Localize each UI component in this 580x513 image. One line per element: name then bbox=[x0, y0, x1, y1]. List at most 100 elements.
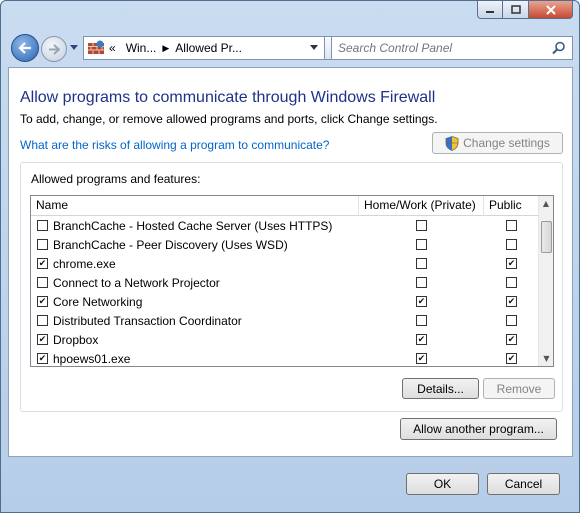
public-checkbox[interactable] bbox=[506, 334, 517, 345]
program-name: Distributed Transaction Coordinator bbox=[53, 313, 242, 328]
program-name: Dropbox bbox=[53, 332, 99, 347]
breadcrumb: Win... ▶ Allowed Pr... bbox=[120, 41, 242, 55]
breadcrumb-separator-icon[interactable]: ▶ bbox=[162, 43, 169, 54]
main-content: Allow programs to communicate through Wi… bbox=[8, 67, 573, 457]
scroll-up-icon[interactable]: ▲ bbox=[539, 196, 553, 211]
column-header-public[interactable]: Public bbox=[484, 196, 539, 216]
home-work-cell bbox=[359, 353, 484, 364]
breadcrumb-item-allowed-programs[interactable]: Allowed Pr... bbox=[175, 41, 242, 55]
change-settings-label: Change settings bbox=[463, 136, 550, 150]
remove-button[interactable]: Remove bbox=[483, 378, 555, 399]
program-name-cell: BranchCache - Hosted Cache Server (Uses … bbox=[31, 219, 359, 233]
program-name: BranchCache - Peer Discovery (Uses WSD) bbox=[53, 237, 288, 252]
minimize-button[interactable] bbox=[477, 1, 503, 19]
home-work-checkbox[interactable] bbox=[416, 334, 427, 345]
forward-button[interactable] bbox=[41, 36, 67, 62]
home-work-checkbox[interactable] bbox=[416, 315, 427, 326]
home-work-checkbox[interactable] bbox=[416, 258, 427, 269]
search-box[interactable] bbox=[331, 36, 573, 60]
forward-arrow-icon bbox=[49, 43, 60, 55]
column-header-home-work[interactable]: Home/Work (Private) bbox=[359, 196, 484, 216]
table-row[interactable]: hpoews01.exe bbox=[31, 349, 539, 366]
enable-checkbox[interactable] bbox=[37, 258, 48, 269]
recent-pages-button[interactable] bbox=[69, 41, 79, 55]
navigation-bar: « Win... ▶ Allowed Pr... bbox=[7, 27, 573, 67]
public-checkbox[interactable] bbox=[506, 258, 517, 269]
programs-list[interactable]: Name Home/Work (Private) Public BranchCa… bbox=[30, 195, 554, 367]
home-work-cell bbox=[359, 296, 484, 307]
public-cell bbox=[484, 296, 539, 307]
enable-checkbox[interactable] bbox=[37, 334, 48, 345]
enable-checkbox[interactable] bbox=[37, 239, 48, 250]
home-work-checkbox[interactable] bbox=[416, 277, 427, 288]
table-row[interactable]: Core Networking bbox=[31, 292, 539, 311]
program-name: BranchCache - Hosted Cache Server (Uses … bbox=[53, 218, 333, 233]
vertical-scrollbar[interactable]: ▲ ▼ bbox=[538, 196, 553, 366]
ok-button[interactable]: OK bbox=[406, 473, 479, 495]
uac-shield-icon bbox=[445, 135, 459, 151]
allowed-programs-group: Allowed programs and features: Name Home… bbox=[20, 162, 563, 412]
program-name: Connect to a Network Projector bbox=[53, 275, 220, 290]
program-name-cell: hpoews01.exe bbox=[31, 352, 359, 366]
public-cell bbox=[484, 277, 539, 288]
home-work-checkbox[interactable] bbox=[416, 239, 427, 250]
public-checkbox[interactable] bbox=[506, 315, 517, 326]
home-work-cell bbox=[359, 239, 484, 250]
home-work-checkbox[interactable] bbox=[416, 353, 427, 364]
change-settings-button[interactable]: Change settings bbox=[432, 132, 563, 154]
program-name-cell: BranchCache - Peer Discovery (Uses WSD) bbox=[31, 238, 359, 252]
breadcrumb-item-windows[interactable]: Win... bbox=[126, 41, 157, 55]
firewall-window: « Win... ▶ Allowed Pr... Allow programs … bbox=[0, 0, 580, 513]
allow-another-program-button[interactable]: Allow another program... bbox=[400, 418, 557, 440]
public-checkbox[interactable] bbox=[506, 353, 517, 364]
table-row[interactable]: BranchCache - Peer Discovery (Uses WSD) bbox=[31, 235, 539, 254]
program-name-cell: chrome.exe bbox=[31, 257, 359, 271]
instruction-text: To add, change, or remove allowed progra… bbox=[20, 112, 438, 126]
back-button[interactable] bbox=[11, 34, 39, 62]
risks-link[interactable]: What are the risks of allowing a program… bbox=[20, 138, 329, 152]
column-header-name[interactable]: Name bbox=[31, 196, 359, 216]
public-checkbox[interactable] bbox=[506, 220, 517, 231]
program-name-cell: Core Networking bbox=[31, 295, 359, 309]
close-button[interactable] bbox=[529, 1, 573, 19]
table-row[interactable]: BranchCache - Hosted Cache Server (Uses … bbox=[31, 216, 539, 235]
chevron-down-icon bbox=[70, 45, 78, 50]
maximize-icon bbox=[510, 5, 521, 14]
public-checkbox[interactable] bbox=[506, 296, 517, 307]
scroll-down-icon[interactable]: ▼ bbox=[539, 351, 553, 366]
program-name-cell: Connect to a Network Projector bbox=[31, 276, 359, 290]
home-work-checkbox[interactable] bbox=[416, 296, 427, 307]
home-work-cell bbox=[359, 277, 484, 288]
public-checkbox[interactable] bbox=[506, 277, 517, 288]
close-icon bbox=[545, 4, 556, 15]
details-button[interactable]: Details... bbox=[402, 378, 479, 399]
enable-checkbox[interactable] bbox=[37, 296, 48, 307]
address-dropdown-button[interactable] bbox=[304, 37, 324, 59]
enable-checkbox[interactable] bbox=[37, 220, 48, 231]
caption-buttons bbox=[477, 1, 573, 19]
page-title: Allow programs to communicate through Wi… bbox=[20, 89, 436, 106]
home-work-checkbox[interactable] bbox=[416, 220, 427, 231]
list-rows: BranchCache - Hosted Cache Server (Uses … bbox=[31, 216, 539, 366]
public-cell bbox=[484, 220, 539, 231]
public-checkbox[interactable] bbox=[506, 239, 517, 250]
search-input[interactable] bbox=[332, 41, 542, 55]
enable-checkbox[interactable] bbox=[37, 353, 48, 364]
maximize-button[interactable] bbox=[503, 1, 529, 19]
public-cell bbox=[484, 353, 539, 364]
public-cell bbox=[484, 258, 539, 269]
scroll-thumb[interactable] bbox=[541, 221, 552, 253]
table-row[interactable]: chrome.exe bbox=[31, 254, 539, 273]
breadcrumb-overflow[interactable]: « bbox=[109, 41, 116, 55]
table-row[interactable]: Connect to a Network Projector bbox=[31, 273, 539, 292]
enable-checkbox[interactable] bbox=[37, 277, 48, 288]
program-name-cell: Distributed Transaction Coordinator bbox=[31, 314, 359, 328]
address-bar[interactable]: « Win... ▶ Allowed Pr... bbox=[83, 36, 325, 60]
table-row[interactable]: Dropbox bbox=[31, 330, 539, 349]
firewall-icon bbox=[88, 40, 104, 54]
table-row[interactable]: Distributed Transaction Coordinator bbox=[31, 311, 539, 330]
minimize-icon bbox=[486, 10, 494, 13]
cancel-button[interactable]: Cancel bbox=[487, 473, 560, 495]
enable-checkbox[interactable] bbox=[37, 315, 48, 326]
group-label: Allowed programs and features: bbox=[31, 172, 201, 186]
